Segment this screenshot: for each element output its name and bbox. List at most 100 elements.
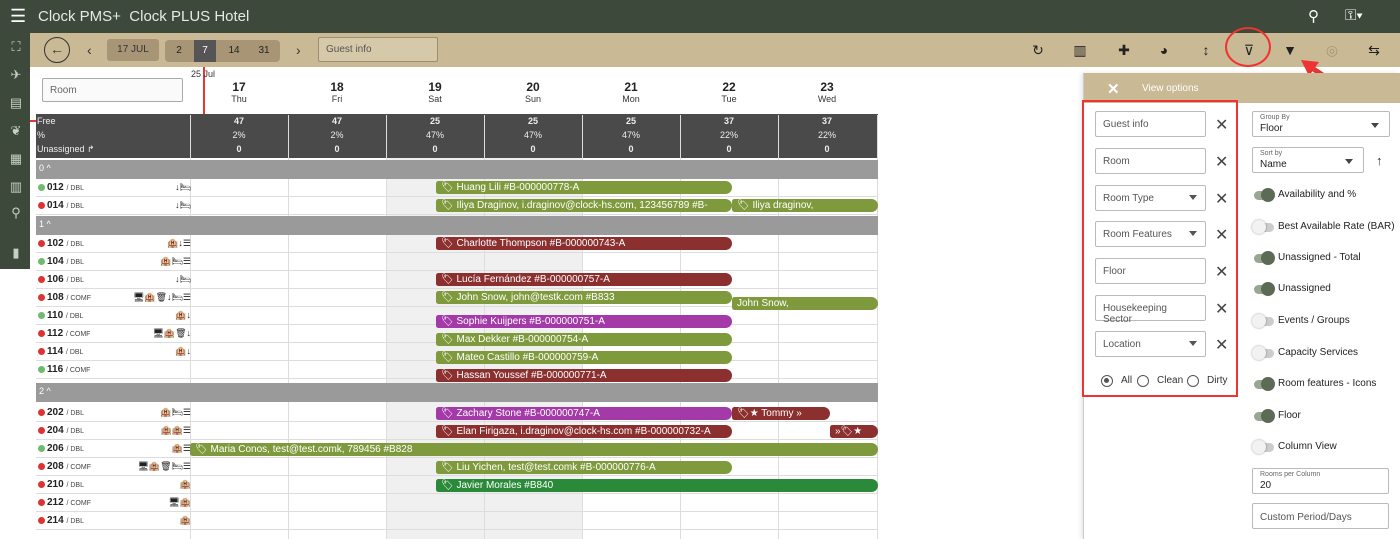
free-count: 25	[527, 116, 538, 126]
reservation-bar[interactable]: 🏷 Hassan Youssef #B-000000771-A	[436, 369, 732, 382]
occupancy-pct: 47%	[425, 130, 444, 140]
room-type-filter[interactable]: Room Type	[1095, 185, 1206, 211]
day-col-header[interactable]: 18 Fri	[288, 80, 386, 104]
back-button[interactable]: ←	[44, 37, 70, 63]
nav-search-icon[interactable]: ⚲	[8, 205, 24, 221]
reservation-bar[interactable]: 🏷 Iliya draginov,	[732, 199, 878, 212]
reservation-bar[interactable]: John Snow,	[732, 297, 878, 310]
close-icon[interactable]: ✕	[1107, 80, 1120, 98]
day-col-header[interactable]: 21 Mon	[582, 80, 680, 104]
palette-icon[interactable]: ◕	[1154, 40, 1174, 60]
group-by-select[interactable]: Group By Floor	[1252, 111, 1390, 137]
unassigned-label[interactable]: Unassigned ↱	[37, 144, 95, 155]
prev-arrow-icon[interactable]: ‹	[87, 42, 92, 58]
rooms-per-column-input[interactable]: Rooms per Column 20	[1252, 468, 1389, 494]
hk-clean-radio[interactable]	[1137, 375, 1149, 387]
reservation-bar[interactable]: 🏷 Elan Firigaza, i.draginov@clock-hs.com…	[436, 425, 732, 438]
table-row[interactable]: 214 / DBL 🏨	[36, 512, 878, 530]
clear-filter-icon[interactable]: ✕	[1215, 262, 1228, 282]
reservation-bar[interactable]: 🏷 Mateo Castillo #B-000000759-A	[436, 351, 732, 364]
period-14-button[interactable]: 14	[222, 40, 246, 62]
reservation-bar[interactable]: 🏷 Charlotte Thompson #B-000000743-A	[436, 237, 732, 250]
clear-filter-icon[interactable]: ✕	[1215, 299, 1228, 319]
highlight-circle	[1225, 27, 1271, 67]
reservation-bar[interactable]: 🏷 Huang Lili #B-000000778-A	[436, 181, 732, 194]
reservation-bar[interactable]: 🏷 Max Dekker #B-000000754-A	[436, 333, 732, 346]
clear-filter-icon[interactable]: ✕	[1215, 225, 1228, 245]
guest-info-filter[interactable]: Guest info	[1095, 111, 1206, 137]
day-col-header[interactable]: 23 Wed	[778, 80, 876, 104]
floor-toggle[interactable]	[1254, 409, 1275, 423]
room-filter[interactable]: Room	[1095, 148, 1206, 174]
hk-all-radio[interactable]	[1101, 375, 1113, 387]
nav-documents-icon[interactable]: ▥	[8, 179, 24, 195]
refresh-icon[interactable]: ↻	[1028, 40, 1048, 60]
reservation-bar[interactable]: 🏷 Zachary Stone #B-000000747-A	[436, 407, 732, 420]
reservation-bar[interactable]: 🏷 Javier Morales #B840	[436, 479, 878, 492]
reservation-bar-continued[interactable]: »🏷★	[830, 425, 878, 438]
bar-toggle[interactable]	[1252, 220, 1274, 234]
floor-group-header[interactable]: 2 ^	[36, 383, 878, 402]
clear-filter-icon[interactable]: ✕	[1215, 115, 1228, 135]
nav-calendar-icon[interactable]: ▦	[8, 151, 24, 167]
reservation-bar[interactable]: 🏷 Liu Yichen, test@test.comk #B-00000077…	[436, 461, 732, 474]
availability-toggle[interactable]	[1254, 188, 1275, 202]
capacity-services-toggle[interactable]	[1252, 346, 1274, 360]
period-2-button[interactable]: 2	[169, 40, 189, 62]
occupancy-pct: 47%	[523, 130, 542, 140]
add-person-icon[interactable]: ✚	[1114, 40, 1134, 60]
period-31-button[interactable]: 31	[252, 40, 276, 62]
panel-title: View options	[1142, 83, 1199, 94]
unassigned-toggle[interactable]	[1254, 282, 1275, 296]
day-col-header[interactable]: 19 Sat	[386, 80, 484, 104]
period-7-button[interactable]: 7	[194, 40, 216, 62]
clear-filter-icon[interactable]: ✕	[1215, 152, 1228, 172]
vertical-resize-icon[interactable]: ↕	[1196, 40, 1216, 60]
nav-departures-icon[interactable]: ✈	[8, 67, 24, 83]
free-count: 37	[821, 116, 832, 126]
unassigned-count: 0	[530, 144, 536, 154]
reservation-bar[interactable]: 🏷 Maria Conos, test@test.comk, 789456 #B…	[190, 443, 878, 456]
room-features-icons-toggle[interactable]	[1254, 377, 1275, 391]
room-features-filter[interactable]: Room Features	[1095, 221, 1206, 247]
key-icon[interactable]: ⚿▾	[1345, 7, 1363, 24]
clear-filter-icon[interactable]: ✕	[1215, 335, 1228, 355]
chevron-down-icon	[1371, 123, 1379, 128]
next-arrow-icon[interactable]: ›	[296, 42, 301, 58]
chevron-down-icon	[1345, 159, 1353, 164]
search-icon[interactable]: ⚲	[1308, 7, 1319, 25]
reservation-bar[interactable]: 🏷 Lucía Fernández #B-000000757-A	[436, 273, 732, 286]
unassigned-total-toggle[interactable]	[1254, 251, 1275, 265]
nav-rooms-icon[interactable]: ▤	[8, 95, 24, 111]
floor-group-header[interactable]: 0 ^	[36, 160, 878, 179]
events-groups-toggle[interactable]	[1252, 314, 1274, 328]
table-row[interactable]: 104 / DBL 🏨🛏☰	[36, 253, 878, 271]
swap-view-icon[interactable]: ⇆	[1364, 40, 1384, 60]
clear-filter-icon[interactable]: ✕	[1215, 189, 1228, 209]
date-picker-button[interactable]: 17 JUL	[107, 39, 159, 61]
nav-hotel-icon[interactable]: ⛶	[8, 39, 24, 55]
nav-housekeeping-icon[interactable]: ❦	[8, 123, 24, 139]
table-row[interactable]: 212 / COMF 🖥🏨	[36, 494, 878, 512]
day-col-header[interactable]: 20 Sun	[484, 80, 582, 104]
day-col-header[interactable]: 22 Tue	[680, 80, 778, 104]
floor-filter[interactable]: Floor	[1095, 258, 1206, 284]
nav-book-icon[interactable]: ▮	[8, 245, 24, 261]
day-col-header[interactable]: 17 Thu	[190, 80, 288, 104]
reservation-bar[interactable]: 🏷★ Tommy »	[732, 407, 830, 420]
sort-direction-icon[interactable]: ↑	[1376, 153, 1383, 168]
panel-header: ✕ View options	[1084, 73, 1400, 103]
reservation-bar[interactable]: 🏷 Iliya Draginov, i.draginov@clock-hs.co…	[436, 199, 732, 212]
guest-info-input[interactable]: Guest info	[318, 37, 438, 62]
reservation-bar[interactable]: 🏷 John Snow, john@testk.com #B833	[436, 291, 732, 304]
menu-icon[interactable]: ☰	[10, 7, 26, 25]
columns-icon[interactable]: ▥	[1070, 40, 1090, 60]
location-filter[interactable]: Location	[1095, 331, 1206, 357]
housekeeping-sector-filter[interactable]: Housekeeping Sector	[1095, 295, 1206, 325]
floor-group-header[interactable]: 1 ^	[36, 216, 878, 235]
hk-dirty-radio[interactable]	[1187, 375, 1199, 387]
custom-period-input[interactable]: Custom Period/Days	[1252, 503, 1389, 529]
sort-by-select[interactable]: Sort by Name	[1252, 147, 1364, 173]
reservation-bar[interactable]: 🏷 Sophie Kuijpers #B-000000751-A	[436, 315, 732, 328]
column-view-toggle[interactable]	[1252, 440, 1274, 454]
